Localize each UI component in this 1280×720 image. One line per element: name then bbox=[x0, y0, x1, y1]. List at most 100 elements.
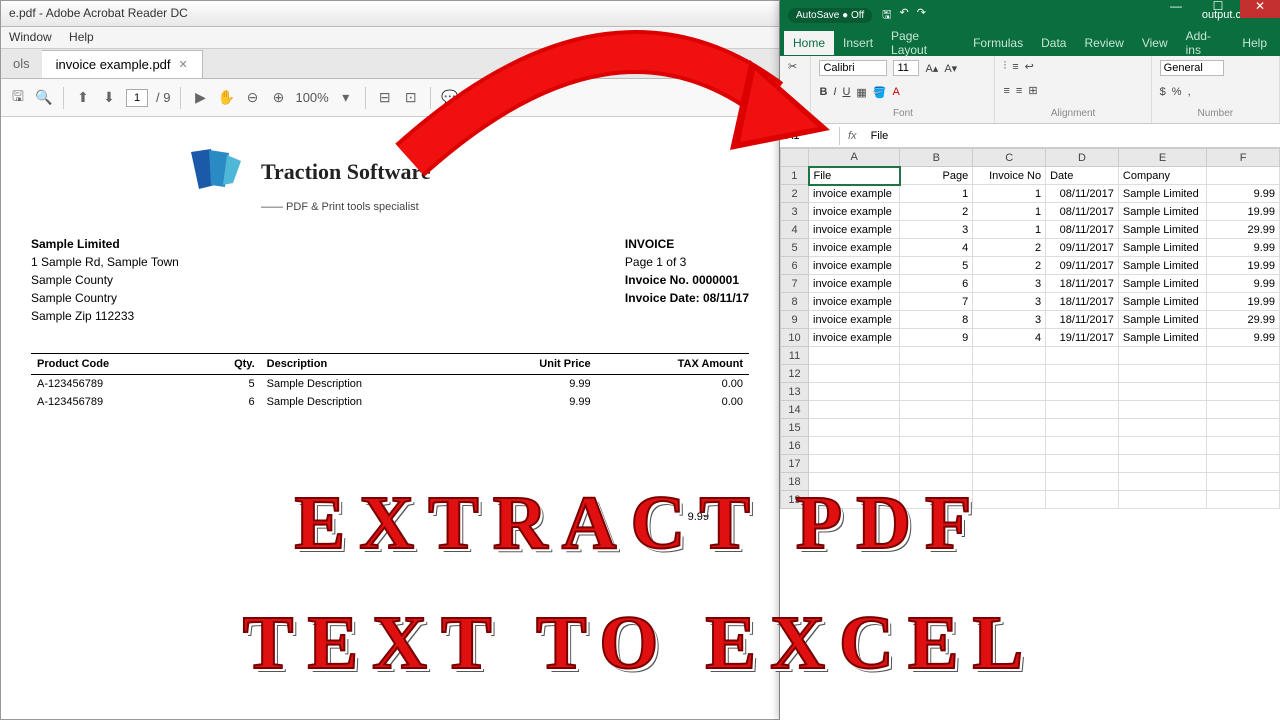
save-icon[interactable]: 🖫 bbox=[882, 6, 891, 25]
formula-input[interactable]: File bbox=[865, 127, 1280, 145]
row-header[interactable]: 11 bbox=[781, 347, 809, 365]
cell[interactable]: 19.99 bbox=[1207, 293, 1280, 311]
cell[interactable] bbox=[900, 347, 973, 365]
row-header[interactable]: 12 bbox=[781, 365, 809, 383]
cell[interactable]: 6 bbox=[900, 275, 973, 293]
cell[interactable] bbox=[973, 419, 1046, 437]
cell[interactable]: Sample Limited bbox=[1118, 185, 1206, 203]
col-header-A[interactable]: A bbox=[809, 149, 900, 167]
row-header[interactable]: 17 bbox=[781, 455, 809, 473]
cell[interactable] bbox=[973, 347, 1046, 365]
row-header[interactable]: 3 bbox=[781, 203, 809, 221]
close-icon[interactable]: ✕ bbox=[1240, 0, 1280, 18]
close-tab-icon[interactable]: ✕ bbox=[179, 58, 188, 71]
cell[interactable]: 7 bbox=[900, 293, 973, 311]
cell[interactable] bbox=[1207, 383, 1280, 401]
cell[interactable]: 9.99 bbox=[1207, 275, 1280, 293]
align-left-icon[interactable]: ≡ bbox=[1003, 85, 1009, 97]
row-header[interactable]: 5 bbox=[781, 239, 809, 257]
cell[interactable]: 1 bbox=[973, 203, 1046, 221]
cell[interactable]: Company bbox=[1118, 167, 1206, 185]
cell[interactable]: 19.99 bbox=[1207, 257, 1280, 275]
cell[interactable] bbox=[1118, 401, 1206, 419]
ribbon-tab-view[interactable]: View bbox=[1133, 31, 1177, 55]
row-header[interactable]: 6 bbox=[781, 257, 809, 275]
col-header-E[interactable]: E bbox=[1118, 149, 1206, 167]
number-format-input[interactable] bbox=[1160, 60, 1224, 76]
cell[interactable] bbox=[900, 455, 973, 473]
cell[interactable] bbox=[1046, 401, 1119, 419]
col-header-B[interactable]: B bbox=[900, 149, 973, 167]
cell[interactable] bbox=[1118, 491, 1206, 509]
cell[interactable]: 09/11/2017 bbox=[1046, 257, 1119, 275]
cell[interactable] bbox=[900, 365, 973, 383]
cell[interactable] bbox=[1046, 383, 1119, 401]
cell[interactable]: 2 bbox=[973, 239, 1046, 257]
cell[interactable] bbox=[1118, 437, 1206, 455]
increase-font-icon[interactable]: A▴ bbox=[925, 62, 938, 75]
font-color-icon[interactable]: A bbox=[893, 86, 900, 98]
redo-icon[interactable]: ↷ bbox=[917, 6, 926, 25]
cell[interactable] bbox=[900, 383, 973, 401]
cell[interactable] bbox=[973, 401, 1046, 419]
cell[interactable] bbox=[809, 491, 900, 509]
ribbon-tab-data[interactable]: Data bbox=[1032, 31, 1075, 55]
cell[interactable]: 9 bbox=[900, 329, 973, 347]
cell[interactable]: 18/11/2017 bbox=[1046, 293, 1119, 311]
fit-page-icon[interactable]: ⊡ bbox=[402, 89, 420, 107]
cell[interactable] bbox=[1046, 473, 1119, 491]
cell[interactable]: invoice example bbox=[809, 293, 900, 311]
name-box[interactable]: A1 bbox=[780, 127, 840, 145]
cell[interactable] bbox=[900, 473, 973, 491]
percent-icon[interactable]: % bbox=[1172, 86, 1182, 98]
cell[interactable] bbox=[1207, 455, 1280, 473]
cell[interactable] bbox=[900, 401, 973, 419]
menu-window[interactable]: Window bbox=[9, 30, 52, 44]
cell[interactable] bbox=[1207, 401, 1280, 419]
cell[interactable] bbox=[900, 437, 973, 455]
align-top-icon[interactable]: ⫶ bbox=[1003, 60, 1006, 73]
cell[interactable]: Sample Limited bbox=[1118, 203, 1206, 221]
document-view[interactable]: Traction Software —— PDF & Print tools s… bbox=[1, 117, 779, 719]
comment-icon[interactable]: 💬 bbox=[441, 89, 459, 107]
cell[interactable]: 08/11/2017 bbox=[1046, 221, 1119, 239]
row-header[interactable]: 10 bbox=[781, 329, 809, 347]
cell[interactable] bbox=[809, 401, 900, 419]
align-center-icon[interactable]: ≡ bbox=[1016, 85, 1022, 97]
wrap-text-icon[interactable]: ↩ bbox=[1025, 60, 1034, 73]
cell[interactable]: invoice example bbox=[809, 257, 900, 275]
cell[interactable]: 29.99 bbox=[1207, 221, 1280, 239]
cell[interactable]: 9.99 bbox=[1207, 185, 1280, 203]
row-header[interactable]: 16 bbox=[781, 437, 809, 455]
hand-icon[interactable]: ✋ bbox=[217, 89, 235, 107]
cell[interactable]: 9.99 bbox=[1207, 239, 1280, 257]
row-header[interactable]: 13 bbox=[781, 383, 809, 401]
underline-icon[interactable]: U bbox=[842, 86, 850, 98]
cell[interactable] bbox=[1118, 365, 1206, 383]
spreadsheet-grid[interactable]: ABCDEF1FilePageInvoice NoDateCompany2inv… bbox=[780, 148, 1280, 720]
cell[interactable]: 19.99 bbox=[1207, 203, 1280, 221]
fit-width-icon[interactable]: ⊟ bbox=[376, 89, 394, 107]
page-input[interactable] bbox=[126, 89, 148, 107]
ribbon-tab-review[interactable]: Review bbox=[1075, 31, 1132, 55]
cell[interactable]: Sample Limited bbox=[1118, 239, 1206, 257]
cell[interactable]: 4 bbox=[973, 329, 1046, 347]
cell[interactable] bbox=[973, 383, 1046, 401]
cell[interactable] bbox=[973, 455, 1046, 473]
cell[interactable] bbox=[1046, 491, 1119, 509]
cell[interactable] bbox=[1207, 491, 1280, 509]
cell[interactable]: invoice example bbox=[809, 329, 900, 347]
cell[interactable]: 18/11/2017 bbox=[1046, 311, 1119, 329]
cell[interactable] bbox=[1046, 419, 1119, 437]
undo-icon[interactable]: ↶ bbox=[900, 6, 909, 25]
menu-help[interactable]: Help bbox=[69, 30, 94, 44]
page-down-icon[interactable]: ⬇ bbox=[100, 89, 118, 107]
ribbon-tab-formulas[interactable]: Formulas bbox=[964, 31, 1032, 55]
comma-icon[interactable]: , bbox=[1188, 86, 1191, 98]
cell[interactable] bbox=[809, 455, 900, 473]
cell[interactable] bbox=[1118, 473, 1206, 491]
fill-color-icon[interactable]: 🪣 bbox=[873, 86, 887, 99]
row-header[interactable]: 8 bbox=[781, 293, 809, 311]
cell[interactable]: 1 bbox=[973, 221, 1046, 239]
zoom-out-icon[interactable]: ⊖ bbox=[243, 89, 261, 107]
